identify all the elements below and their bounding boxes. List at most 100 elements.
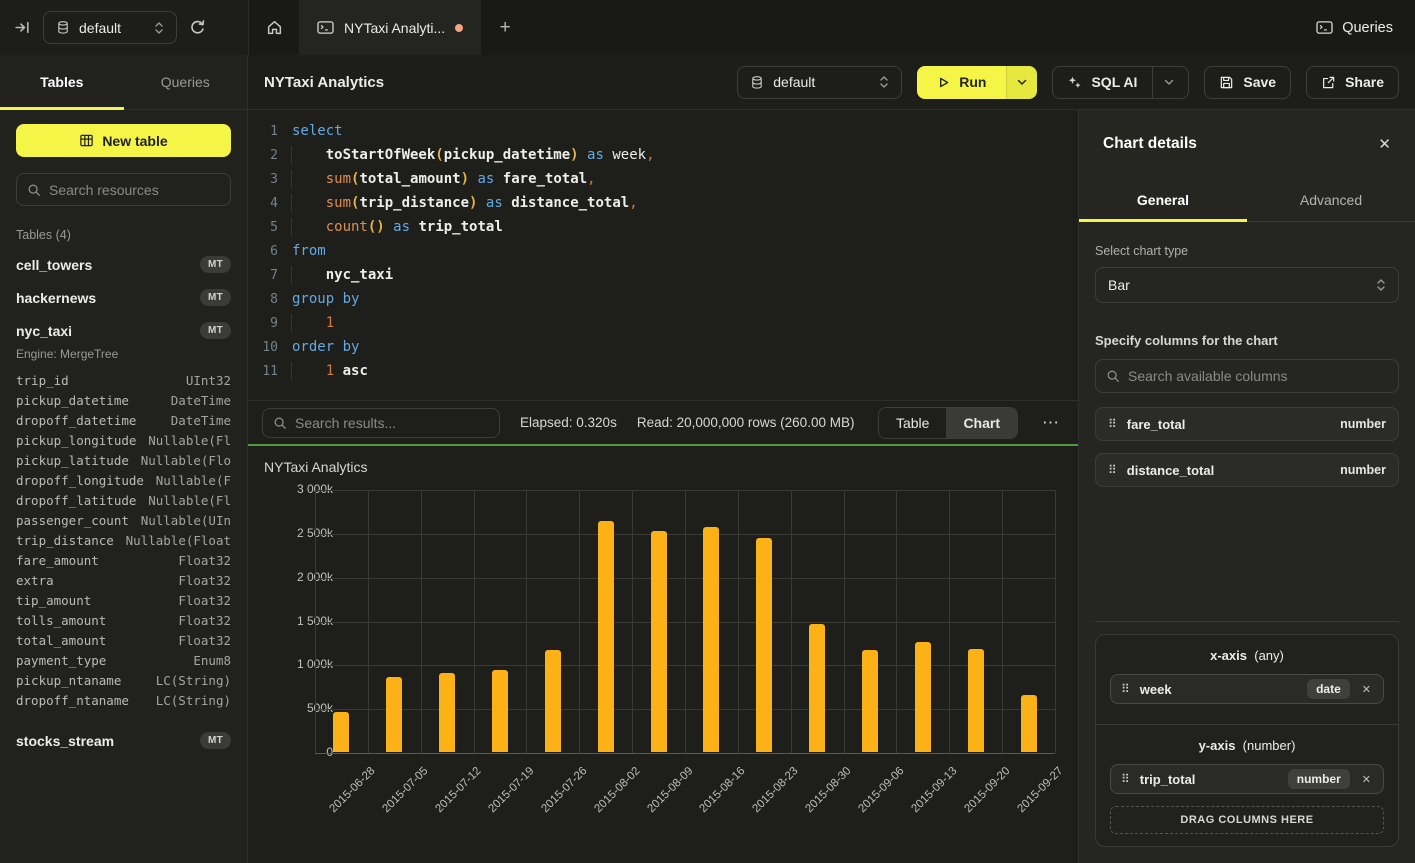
- column-name: fare_amount: [16, 553, 99, 568]
- column-row: dropoff_ntanameLC(String): [16, 690, 231, 710]
- queries-button[interactable]: Queries: [1316, 20, 1393, 36]
- available-column-card[interactable]: ⠿ fare_total number: [1095, 407, 1399, 441]
- x-axis-tick: 2015-09-27: [1015, 765, 1065, 815]
- line-number: 1: [248, 124, 278, 139]
- toolbar-database-selector[interactable]: default: [737, 66, 902, 99]
- chart-type-selector[interactable]: Bar: [1095, 267, 1399, 303]
- sql-ai-button[interactable]: SQL AI: [1052, 66, 1189, 99]
- results-search-input[interactable]: [295, 415, 489, 431]
- tab-nytaxi-analytics[interactable]: NYTaxi Analyti...: [299, 0, 481, 55]
- drop-zone[interactable]: DRAG COLUMNS HERE: [1110, 806, 1384, 834]
- table-row[interactable]: stocks_streamMT: [16, 724, 231, 757]
- remove-column-button[interactable]: ✕: [1360, 773, 1373, 786]
- gridline-v: [1055, 490, 1056, 753]
- x-axis-tick: 2015-08-09: [645, 765, 695, 815]
- column-type: Nullable(F: [156, 473, 231, 488]
- axis-column-chip[interactable]: ⠿trip_totalnumber✕: [1110, 764, 1384, 794]
- available-column-card[interactable]: ⠿distance_totalnumber: [1095, 453, 1399, 487]
- bar[interactable]: [968, 649, 984, 752]
- table-name: hackernews: [16, 290, 96, 306]
- new-tab-button[interactable]: +: [481, 0, 529, 55]
- run-options-button[interactable]: [1007, 66, 1037, 99]
- column-row: fare_amountFloat32: [16, 550, 231, 570]
- table-row[interactable]: hackernews MT: [16, 281, 231, 314]
- database-icon: [56, 20, 70, 35]
- column-type: Nullable(UIn: [141, 513, 231, 528]
- gridline-v: [791, 490, 792, 753]
- gridline-v: [949, 490, 950, 753]
- more-options-button[interactable]: ⋯: [1038, 413, 1064, 433]
- column-type: Nullable(Flo: [141, 453, 231, 468]
- bar[interactable]: [756, 538, 772, 752]
- collapse-sidebar-button[interactable]: [14, 19, 31, 36]
- bar[interactable]: [915, 642, 931, 752]
- view-toggle: Table Chart: [878, 407, 1018, 439]
- sidebar-tab-tables[interactable]: Tables: [0, 55, 124, 109]
- column-name: extra: [16, 573, 54, 588]
- bar[interactable]: [545, 650, 561, 752]
- table-view-button[interactable]: Table: [879, 408, 946, 438]
- bar[interactable]: [862, 650, 878, 752]
- table-row[interactable]: nyc_taxiMT: [16, 314, 231, 347]
- new-table-button[interactable]: New table: [16, 124, 231, 157]
- save-button[interactable]: Save: [1204, 66, 1291, 99]
- columns-search-input[interactable]: [1128, 368, 1388, 384]
- run-button-group: Run: [917, 66, 1037, 99]
- table-name: stocks_stream: [16, 733, 114, 749]
- close-panel-button[interactable]: ✕: [1378, 135, 1391, 153]
- tab-general[interactable]: General: [1079, 178, 1247, 221]
- code-line: 6from: [248, 239, 1078, 263]
- sidebar-tab-queries[interactable]: Queries: [124, 55, 248, 109]
- code-text: 1 asc: [278, 363, 368, 379]
- table-row[interactable]: cell_towersMT: [16, 248, 231, 281]
- refresh-button[interactable]: [189, 19, 206, 36]
- table-name: nyc_taxi: [16, 323, 72, 339]
- bar[interactable]: [492, 670, 508, 752]
- database-selector[interactable]: default: [43, 11, 177, 44]
- resources-search[interactable]: [16, 173, 231, 206]
- column-card-type: number: [1340, 417, 1386, 431]
- columns-search[interactable]: [1095, 359, 1399, 393]
- axis-assignment-box: x-axis (any) ⠿weekdate✕ y-axis (number) …: [1095, 634, 1399, 847]
- drag-handle-icon[interactable]: ⠿: [1108, 418, 1117, 430]
- toolbar-actions: default Run: [737, 66, 1399, 99]
- gridline-v: [579, 490, 580, 753]
- topbar: default NYTaxi Analyti..: [0, 0, 1415, 55]
- bar[interactable]: [386, 677, 402, 752]
- sidebar: New table Tables (4) cell_towersMThacker…: [0, 110, 248, 863]
- bar[interactable]: [651, 531, 667, 752]
- column-name: passenger_count: [16, 513, 129, 528]
- drag-handle-icon[interactable]: ⠿: [1121, 683, 1130, 695]
- column-card-name: fare_total: [1127, 417, 1186, 432]
- chart-view-button[interactable]: Chart: [946, 408, 1017, 438]
- line-number: 5: [248, 220, 278, 235]
- line-number: 7: [248, 268, 278, 283]
- share-button-label: Share: [1345, 74, 1384, 90]
- bar[interactable]: [439, 673, 455, 752]
- column-row: dropoff_longitudeNullable(F: [16, 470, 231, 490]
- bar[interactable]: [1021, 695, 1037, 752]
- home-button[interactable]: [249, 0, 299, 55]
- query-toolbar: NYTaxi Analytics default Run: [248, 55, 1415, 110]
- bar[interactable]: [333, 712, 349, 752]
- drag-handle-icon[interactable]: ⠿: [1121, 773, 1130, 785]
- remove-column-button[interactable]: ✕: [1360, 683, 1373, 696]
- share-button[interactable]: Share: [1306, 66, 1399, 99]
- bar[interactable]: [598, 521, 614, 752]
- search-icon: [27, 183, 41, 197]
- run-button[interactable]: Run: [917, 66, 1007, 99]
- sql-editor[interactable]: 1select2 toStartOfWeek(pickup_datetime) …: [248, 110, 1078, 400]
- bar[interactable]: [809, 624, 825, 752]
- results-search[interactable]: [262, 408, 500, 438]
- chart-title: NYTaxi Analytics: [264, 459, 367, 475]
- chart-container: NYTaxi Analytics 3 000k2 500k2 000k1 500…: [248, 446, 1078, 863]
- bar[interactable]: [703, 527, 719, 752]
- engine-badge: MT: [200, 289, 231, 306]
- drag-handle-icon[interactable]: ⠿: [1108, 464, 1117, 476]
- refresh-icon: [189, 19, 206, 36]
- axis-column-chip[interactable]: ⠿weekdate✕: [1110, 674, 1384, 704]
- resources-search-input[interactable]: [49, 182, 220, 198]
- column-type: DateTime: [171, 413, 231, 428]
- tab-advanced[interactable]: Advanced: [1247, 178, 1415, 221]
- code-text: order by: [278, 339, 359, 355]
